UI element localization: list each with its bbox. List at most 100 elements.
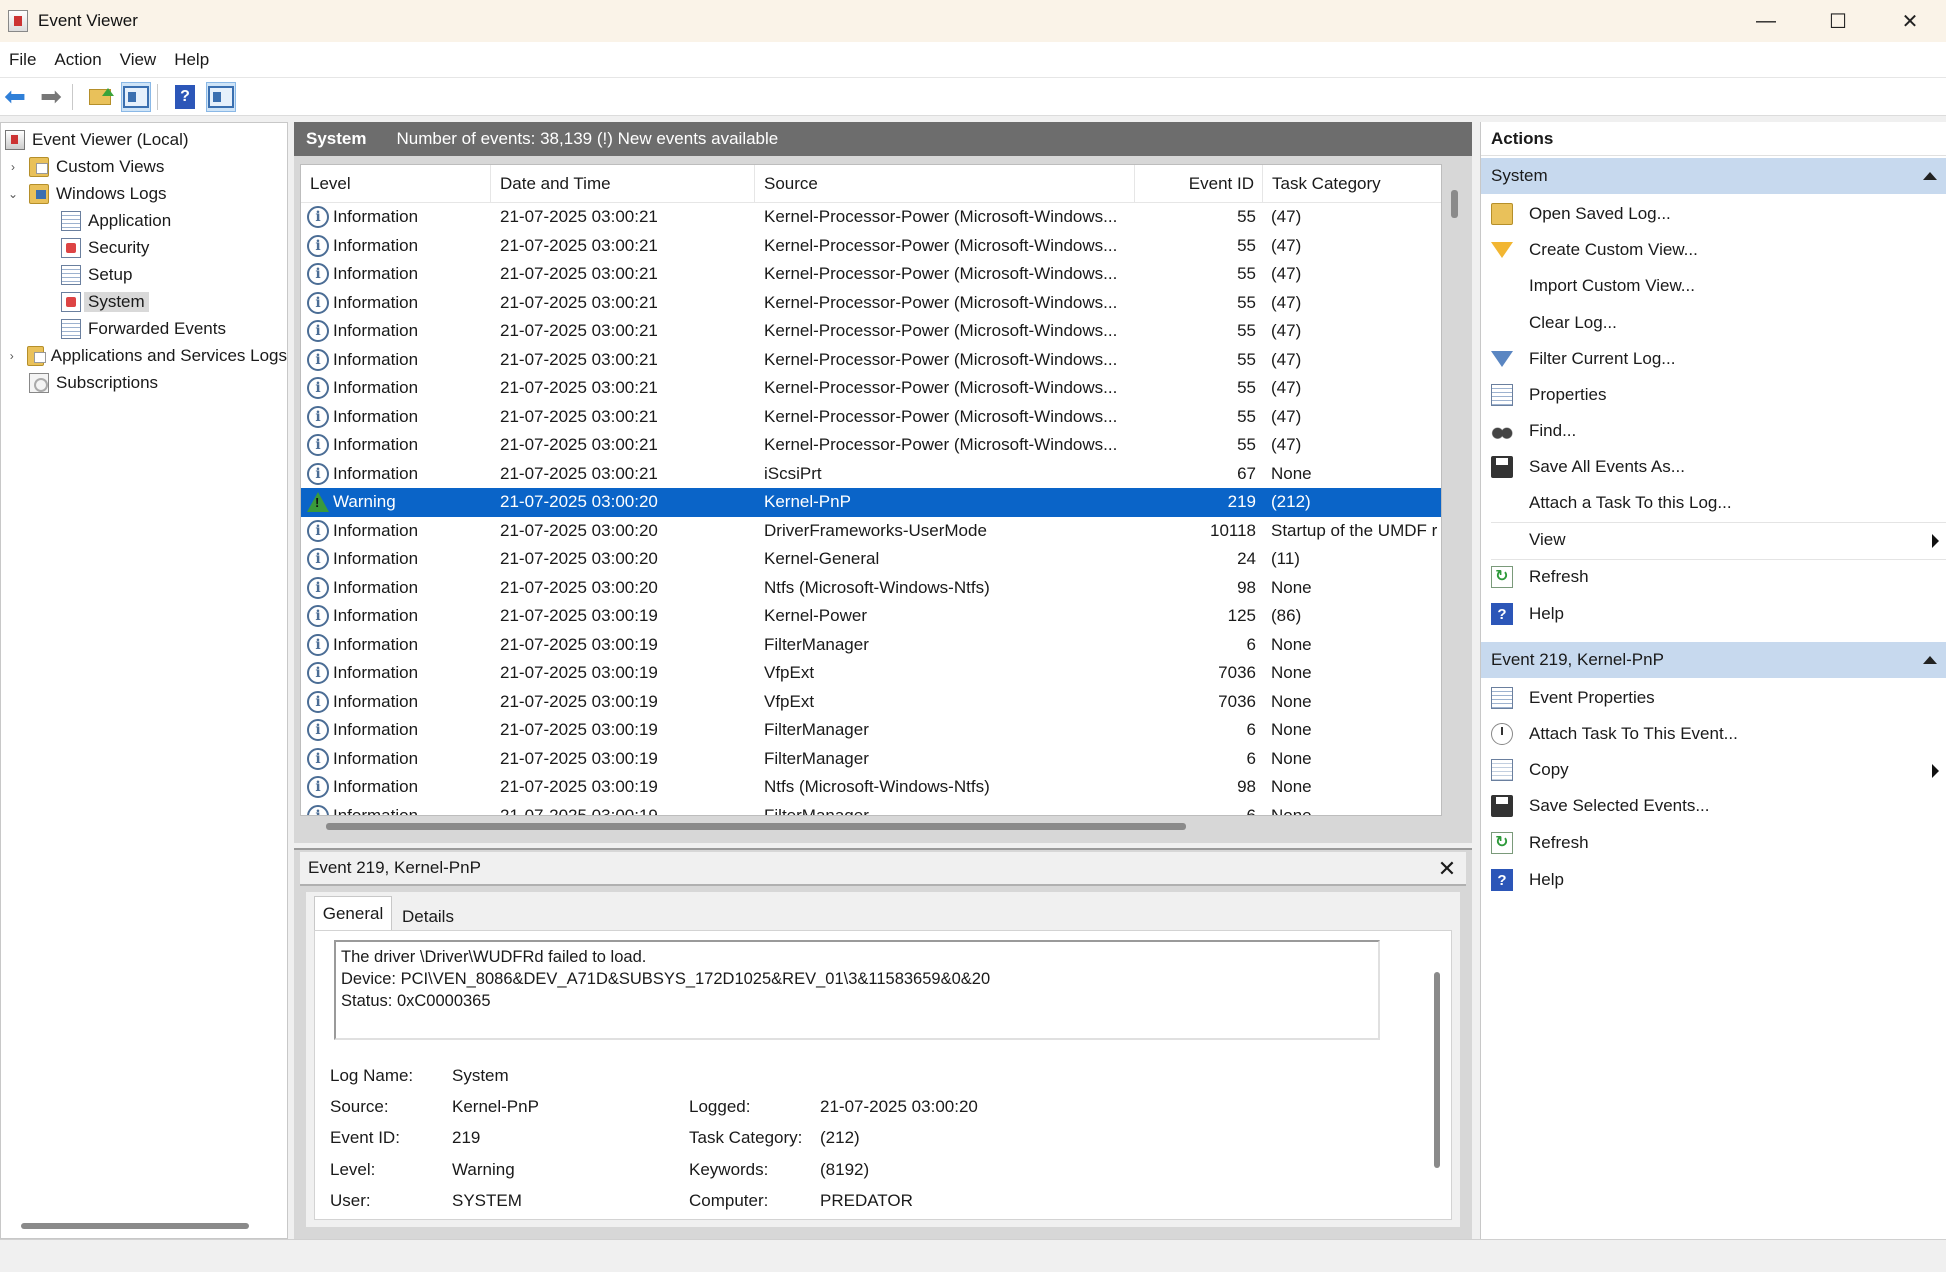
table-row[interactable]: i Information 21-07-2025 03:00:21 Kernel-Pr… bbox=[301, 232, 1441, 261]
action-event-properties[interactable]: Event Properties bbox=[1481, 680, 1946, 716]
maximize-button[interactable]: ☐ bbox=[1802, 0, 1874, 42]
table-row[interactable]: Warning 21-07-2025 03:00:20 Kernel-PnP 219 (… bbox=[301, 488, 1441, 517]
table-row[interactable]: i Information 21-07-2025 03:00:21 Kernel-Pr… bbox=[301, 260, 1441, 289]
table-row[interactable]: i Information 21-07-2025 03:00:21 Kernel-Pr… bbox=[301, 289, 1441, 318]
action-save-selected-events[interactable]: Save Selected Events... bbox=[1481, 788, 1946, 824]
value-level[interactable]: Warning bbox=[452, 1160, 515, 1180]
collapse-caret-icon[interactable] bbox=[1923, 172, 1937, 180]
value-source[interactable]: Kernel-PnP bbox=[452, 1097, 539, 1117]
table-row[interactable]: i Information 21-07-2025 03:00:20 DriverFra… bbox=[301, 517, 1441, 546]
value-computer[interactable]: PREDATOR bbox=[820, 1191, 913, 1211]
event-description[interactable]: The driver \Driver\WUDFRd failed to load… bbox=[334, 940, 1380, 1040]
table-row[interactable]: i Information 21-07-2025 03:00:21 Kernel-Pr… bbox=[301, 403, 1441, 432]
column-header-date-and-time[interactable]: Date and Time bbox=[491, 165, 755, 203]
action-refresh[interactable]: Refresh bbox=[1481, 559, 1946, 595]
menu-view[interactable]: View bbox=[111, 50, 166, 70]
collapse-arrow-icon[interactable]: ⌄ bbox=[5, 187, 21, 201]
tree-item-custom-views[interactable]: › Custom Views bbox=[5, 155, 164, 179]
actions-section-system[interactable]: System bbox=[1481, 158, 1946, 194]
column-header-event-id[interactable]: Event ID bbox=[1135, 165, 1263, 203]
action-attach-a-task-to-this-log[interactable]: Attach a Task To this Log... bbox=[1481, 485, 1946, 521]
table-row[interactable]: i Information 21-07-2025 03:00:21 Kernel-Pr… bbox=[301, 374, 1441, 403]
tree-item-forwarded-events[interactable]: Forwarded Events bbox=[61, 317, 226, 341]
show-hide-tree-icon[interactable] bbox=[121, 81, 151, 112]
table-row[interactable]: i Information 21-07-2025 03:00:19 FilterMan… bbox=[301, 745, 1441, 774]
collapse-caret-icon[interactable] bbox=[1923, 656, 1937, 664]
column-header-source[interactable]: Source bbox=[755, 165, 1135, 203]
label-task-category: Task Category: bbox=[689, 1128, 803, 1147]
help-icon[interactable]: ? bbox=[170, 82, 200, 112]
action-help[interactable]: ? Help bbox=[1481, 862, 1946, 898]
tree-item-applications-and-services-logs[interactable]: › Applications and Services Logs bbox=[5, 344, 287, 368]
event-list-vertical-scrollbar[interactable] bbox=[1451, 190, 1458, 218]
menu-help[interactable]: Help bbox=[165, 50, 218, 70]
value-task-category[interactable]: (212) bbox=[820, 1128, 860, 1148]
tree-item-windows-logs[interactable]: ⌄ Windows Logs bbox=[5, 182, 167, 206]
table-row[interactable]: i Information 21-07-2025 03:00:19 VfpExt 703… bbox=[301, 688, 1441, 717]
table-row[interactable]: i Information 21-07-2025 03:00:19 FilterMan… bbox=[301, 716, 1441, 745]
menu-action[interactable]: Action bbox=[45, 50, 110, 70]
log-icon bbox=[61, 238, 81, 258]
show-hide-action-pane-icon[interactable] bbox=[206, 81, 236, 112]
action-open-saved-log[interactable]: Open Saved Log... bbox=[1481, 196, 1946, 232]
table-row[interactable]: i Information 21-07-2025 03:00:21 Kernel-Pr… bbox=[301, 431, 1441, 460]
tree-item-setup[interactable]: Setup bbox=[61, 263, 132, 287]
action-create-custom-view[interactable]: Create Custom View... bbox=[1481, 232, 1946, 268]
minimize-button[interactable]: — bbox=[1730, 0, 1802, 42]
action-properties[interactable]: Properties bbox=[1481, 377, 1946, 413]
table-row[interactable]: i Information 21-07-2025 03:00:21 Kernel-Pr… bbox=[301, 317, 1441, 346]
tab-details[interactable]: Details bbox=[392, 900, 464, 934]
table-row[interactable]: i Information 21-07-2025 03:00:20 Kernel-Ge… bbox=[301, 545, 1441, 574]
table-row[interactable]: i Information 21-07-2025 03:00:19 FilterMan… bbox=[301, 631, 1441, 660]
action-filter-current-log[interactable]: Filter Current Log... bbox=[1481, 341, 1946, 377]
table-row[interactable]: i Information 21-07-2025 03:00:21 Kernel-Pr… bbox=[301, 346, 1441, 375]
cell-level: i Information bbox=[307, 232, 487, 261]
tree-item-subscriptions[interactable]: Subscriptions bbox=[29, 371, 158, 395]
expand-arrow-icon[interactable]: › bbox=[5, 349, 19, 363]
actions-section-event[interactable]: Event 219, Kernel-PnP bbox=[1481, 642, 1946, 678]
tab-general[interactable]: General bbox=[314, 896, 392, 930]
detail-vertical-scrollbar[interactable] bbox=[1434, 972, 1440, 1168]
table-row[interactable]: i Information 21-07-2025 03:00:21 Kernel-Pr… bbox=[301, 203, 1441, 232]
column-header-level[interactable]: Level bbox=[301, 165, 491, 203]
back-arrow-icon[interactable]: ⬅ bbox=[0, 81, 30, 112]
action-copy[interactable]: Copy bbox=[1481, 752, 1946, 788]
event-list-horizontal-scrollbar[interactable] bbox=[326, 823, 1186, 830]
menu-file[interactable]: File bbox=[0, 50, 45, 70]
table-row[interactable]: i Information 21-07-2025 03:00:21 iScsiPrt 6… bbox=[301, 460, 1441, 489]
cell-task-category: (86) bbox=[1271, 606, 1302, 626]
forward-arrow-icon[interactable]: ➡ bbox=[36, 81, 66, 112]
action-clear-log[interactable]: Clear Log... bbox=[1481, 305, 1946, 341]
tree-item-system[interactable]: System bbox=[61, 290, 149, 314]
action-attach-task-to-this-event[interactable]: Attach Task To This Event... bbox=[1481, 716, 1946, 752]
column-header-task-category[interactable]: Task Category bbox=[1263, 165, 1441, 203]
action-help[interactable]: ? Help bbox=[1481, 596, 1946, 632]
tree-item-application[interactable]: Application bbox=[61, 209, 171, 233]
table-row[interactable]: i Information 21-07-2025 03:00:20 Ntfs (Mic… bbox=[301, 574, 1441, 603]
action-view[interactable]: View bbox=[1481, 522, 1946, 558]
information-icon: i bbox=[307, 548, 329, 571]
action-refresh[interactable]: Refresh bbox=[1481, 825, 1946, 861]
value-log-name[interactable]: System bbox=[452, 1066, 509, 1086]
value-user[interactable]: SYSTEM bbox=[452, 1191, 522, 1211]
table-row[interactable]: i Information 21-07-2025 03:00:19 Kernel-Po… bbox=[301, 602, 1441, 631]
table-row[interactable]: i Information 21-07-2025 03:00:19 VfpExt 703… bbox=[301, 659, 1441, 688]
tree-item-security[interactable]: Security bbox=[61, 236, 149, 260]
tree-item-event-viewer-local[interactable]: Event Viewer (Local) bbox=[5, 128, 189, 152]
close-icon[interactable]: ✕ bbox=[1432, 854, 1462, 884]
close-window-button[interactable]: ✕ bbox=[1874, 0, 1946, 42]
table-row[interactable]: i Information 21-07-2025 03:00:19 FilterMan… bbox=[301, 802, 1441, 815]
value-logged[interactable]: 21-07-2025 03:00:20 bbox=[820, 1097, 978, 1117]
value-event-id[interactable]: 219 bbox=[452, 1128, 480, 1148]
toolbar: ⬅ ➡ ? bbox=[0, 78, 1946, 116]
cell-date: 21-07-2025 03:00:21 bbox=[500, 264, 658, 284]
table-row[interactable]: i Information 21-07-2025 03:00:19 Ntfs (Mic… bbox=[301, 773, 1441, 802]
tree-horizontal-scrollbar[interactable] bbox=[21, 1223, 249, 1229]
action-save-all-events-as[interactable]: Save All Events As... bbox=[1481, 449, 1946, 485]
expand-arrow-icon[interactable]: › bbox=[5, 160, 21, 174]
value-keywords[interactable]: (8192) bbox=[820, 1160, 869, 1180]
action-import-custom-view[interactable]: Import Custom View... bbox=[1481, 268, 1946, 304]
action-find[interactable]: Find... bbox=[1481, 413, 1946, 449]
refresh-icon bbox=[1491, 566, 1513, 588]
up-folder-icon[interactable] bbox=[85, 82, 115, 112]
